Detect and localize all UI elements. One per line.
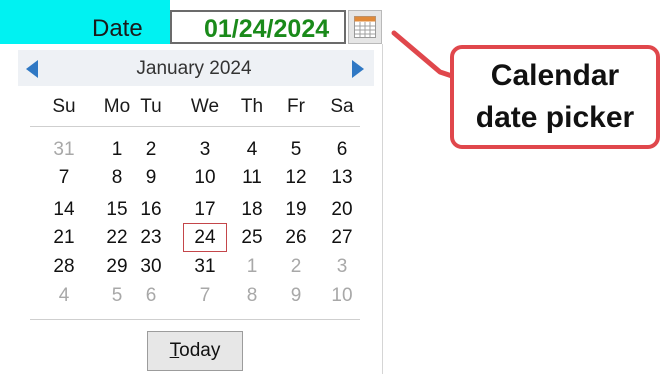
callout-line-2: date picker — [475, 101, 635, 134]
callout-line-1: Calendar — [490, 59, 620, 92]
callout-text: Calendar date picker — [454, 55, 656, 145]
